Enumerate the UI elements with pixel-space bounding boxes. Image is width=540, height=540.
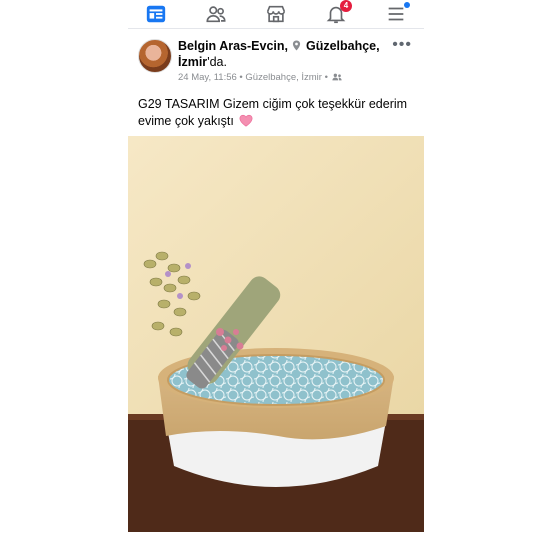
nav-home-button[interactable] bbox=[142, 2, 170, 26]
post-photo[interactable] bbox=[128, 136, 424, 532]
notification-count-badge: 4 bbox=[340, 0, 352, 12]
nav-marketplace-button[interactable] bbox=[262, 2, 290, 26]
post-header: Belgin Aras-Evcin, Güzelbahçe, İzmir'da.… bbox=[128, 30, 424, 90]
top-navigation: 4 bbox=[128, 0, 424, 28]
friends-audience-icon bbox=[331, 73, 342, 81]
feed-icon bbox=[146, 5, 166, 23]
author-name[interactable]: Belgin Aras-Evcin, bbox=[178, 39, 288, 53]
post-timestamp[interactable]: 24 May, 11:56 • Güzelbahçe, İzmir • bbox=[178, 72, 328, 83]
marketplace-icon bbox=[266, 5, 286, 23]
nav-divider bbox=[128, 28, 424, 29]
post-meta: 24 May, 11:56 • Güzelbahçe, İzmir • bbox=[178, 72, 342, 83]
nav-friends-button[interactable] bbox=[202, 2, 230, 26]
pink-heart-emoji-icon bbox=[239, 114, 253, 127]
friends-icon bbox=[206, 6, 226, 23]
menu-update-dot bbox=[404, 2, 410, 8]
nav-menu-button[interactable] bbox=[382, 2, 410, 26]
post-body: G29 TASARIM Gizem ciğim çok teşekkür ede… bbox=[138, 97, 408, 128]
location-pin-icon bbox=[293, 40, 301, 51]
location-suffix: 'da. bbox=[207, 55, 227, 69]
post-text: G29 TASARIM Gizem ciğim çok teşekkür ede… bbox=[138, 96, 418, 130]
author-line: Belgin Aras-Evcin, Güzelbahçe, İzmir'da. bbox=[178, 38, 383, 70]
nav-notifications-button[interactable]: 4 bbox=[322, 0, 352, 26]
more-options-icon[interactable]: ••• bbox=[392, 36, 412, 54]
post-card: Belgin Aras-Evcin, Güzelbahçe, İzmir'da.… bbox=[128, 30, 424, 532]
photo-illustration bbox=[128, 136, 424, 532]
avatar[interactable] bbox=[138, 39, 172, 73]
